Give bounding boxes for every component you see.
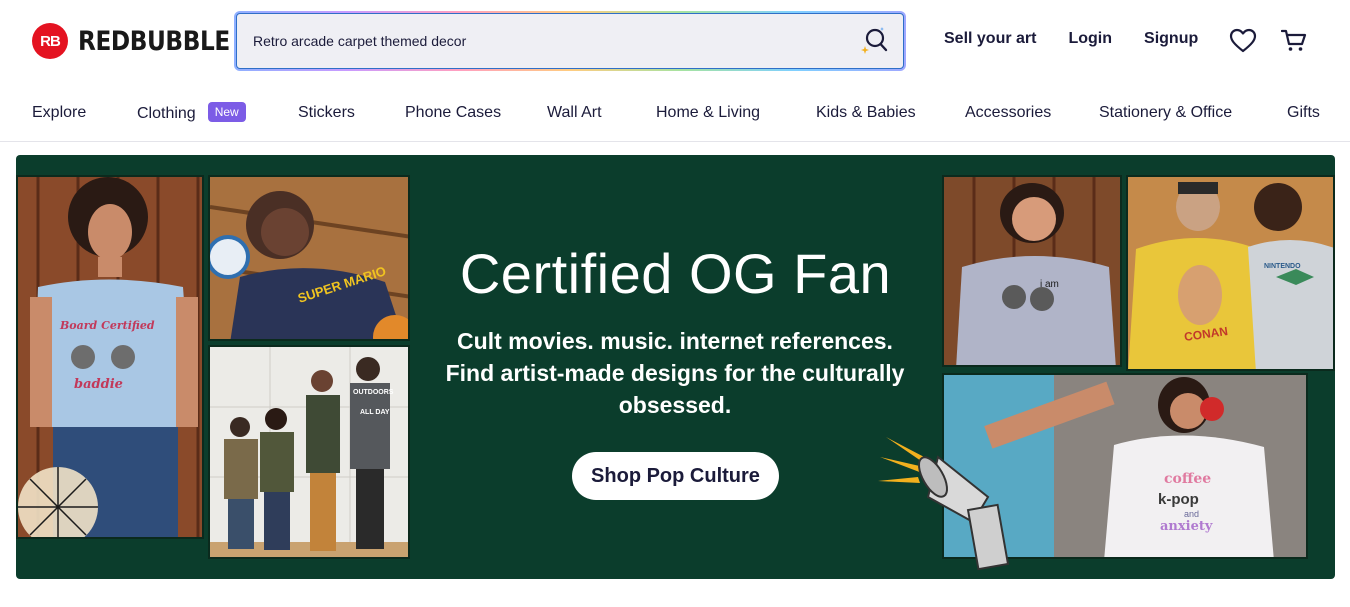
nav-item-wall-art[interactable]: Wall Art xyxy=(547,104,602,122)
hero-banner[interactable]: Board Certified baddie SUPER MARIO OUTDO… xyxy=(16,155,1335,579)
redbubble-logo[interactable]: RB REDBUBBLE xyxy=(32,23,254,59)
login-link[interactable]: Login xyxy=(1068,30,1112,48)
category-nav: Explore Clothing New Stickers Phone Cases… xyxy=(0,84,1350,142)
hero-photo-raccoon-tee: Board Certified baddie xyxy=(16,175,204,539)
search-bar: Retro arcade carpet themed decor xyxy=(234,11,906,71)
megaphone-icon xyxy=(878,437,1018,579)
shirt-text-board-certified: Board Certified xyxy=(60,319,155,332)
sell-your-art-link[interactable]: Sell your art xyxy=(944,30,1036,48)
nav-item-explore[interactable]: Explore xyxy=(32,104,86,122)
shirt-text-i-am: i am xyxy=(1040,279,1059,290)
nav-item-phone-cases[interactable]: Phone Cases xyxy=(405,104,501,122)
shirt-text-coffee: coffee xyxy=(1164,471,1212,487)
shirt-text-baddie: baddie xyxy=(74,377,123,392)
hero-photo-group: OUTDOORS ALL DAY xyxy=(208,345,410,559)
shop-pop-culture-button[interactable]: Shop Pop Culture xyxy=(572,452,779,500)
hero-photo-i-am-tee: i am xyxy=(942,175,1122,367)
hero-subtitle: Cult movies. music. internet references.… xyxy=(445,328,905,418)
search-icon[interactable] xyxy=(859,26,889,56)
nav-item-stationery-office[interactable]: Stationery & Office xyxy=(1099,104,1232,122)
nav-item-clothing-label: Clothing xyxy=(137,105,196,122)
logo-mark-icon: RB xyxy=(32,23,68,59)
logo-text: REDBUBBLE xyxy=(78,25,230,57)
shirt-text-outdoors: OUTDOORS xyxy=(353,389,394,396)
shirt-text-and: and xyxy=(1184,509,1200,519)
heart-icon[interactable] xyxy=(1229,28,1257,54)
nav-item-accessories[interactable]: Accessories xyxy=(965,104,1051,122)
search-input[interactable]: Retro arcade carpet themed decor xyxy=(236,13,904,69)
signup-link[interactable]: Signup xyxy=(1144,30,1198,48)
nav-item-stickers[interactable]: Stickers xyxy=(298,104,355,122)
new-badge: New xyxy=(207,102,246,122)
site-header: RB REDBUBBLE Retro arcade carpet themed … xyxy=(0,0,1350,84)
shirt-text-nintendo: NINTENDO xyxy=(1264,263,1301,270)
search-input-value: Retro arcade carpet themed decor xyxy=(253,33,467,49)
shirt-text-all-day: ALL DAY xyxy=(360,409,390,416)
shirt-text-anxiety: anxiety xyxy=(1160,519,1213,534)
hero-photo-conan-tee: CONAN NINTENDO xyxy=(1126,175,1335,371)
nav-item-kids-babies[interactable]: Kids & Babies xyxy=(816,104,916,122)
nav-item-gifts[interactable]: Gifts xyxy=(1287,104,1320,122)
account-links: Sell your art Login Signup xyxy=(944,30,1198,48)
cart-icon[interactable] xyxy=(1280,29,1307,53)
shirt-text-kpop: k-pop xyxy=(1158,491,1199,508)
nav-item-clothing[interactable]: Clothing New xyxy=(137,102,246,124)
nav-item-home-living[interactable]: Home & Living xyxy=(656,104,760,122)
